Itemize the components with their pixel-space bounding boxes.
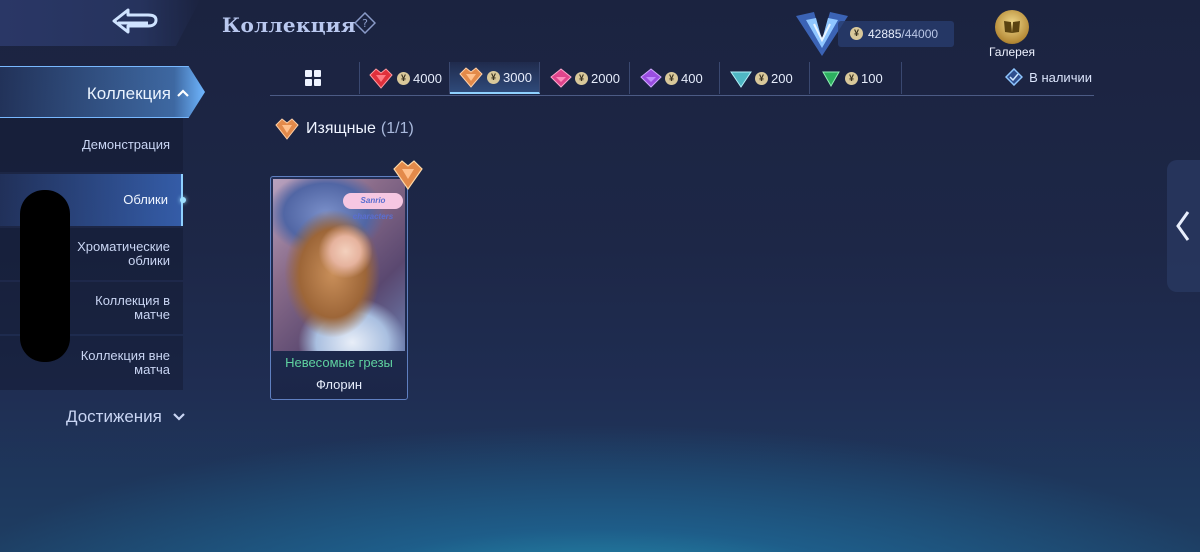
- chevron-left-icon: [1176, 211, 1190, 241]
- skin-card[interactable]: Sanrio characters Невесомые грезы Флорин: [270, 176, 408, 400]
- sidebar-item-label: Облики: [123, 192, 168, 207]
- tab-value: 400: [681, 70, 703, 86]
- tab-tier-3000[interactable]: ¥3000: [450, 62, 540, 94]
- tab-tier-200[interactable]: ¥200: [720, 62, 810, 94]
- category-name: Изящные: [306, 120, 376, 137]
- page-title: Коллекция: [222, 13, 356, 37]
- collection-coin-icon: ¥: [487, 70, 500, 84]
- active-indicator: [180, 197, 186, 203]
- tier-gem-icon: [275, 118, 299, 140]
- gallery-book-icon: [995, 10, 1029, 44]
- tier-gem-icon: [822, 71, 840, 88]
- sidebar-section-label: Достижения: [66, 407, 162, 426]
- sidebar-item-demonstration[interactable]: Демонстрация: [0, 118, 183, 172]
- skin-name: Невесомые грезы: [285, 355, 393, 370]
- collection-coin-icon: ¥: [755, 71, 768, 85]
- back-arrow-icon: [112, 8, 158, 34]
- diamond-check-icon: [1005, 68, 1024, 86]
- gallery-button[interactable]: Галерея: [983, 10, 1041, 59]
- tab-tier-100[interactable]: ¥100: [810, 62, 902, 94]
- tier-badge-icon: [393, 160, 423, 191]
- sidebar-section-achievements[interactable]: Достижения: [66, 407, 185, 427]
- hero-name: Флорин: [315, 377, 363, 392]
- sidebar-section-collection[interactable]: Коллекция: [0, 66, 205, 118]
- points-display: ¥42885/44000: [838, 21, 954, 47]
- tab-tier-2000[interactable]: ¥2000: [540, 62, 630, 94]
- side-panel-toggle[interactable]: [1167, 160, 1200, 292]
- points-current: 42885: [868, 27, 902, 41]
- chevron-up-icon: [177, 89, 189, 97]
- chevron-down-icon: [172, 413, 185, 421]
- collection-coin-icon: ¥: [397, 71, 410, 85]
- tab-tier-4000[interactable]: ¥4000: [360, 62, 450, 94]
- tier-gem-icon: [369, 68, 393, 89]
- tab-all[interactable]: [270, 62, 360, 94]
- tab-value: 100: [861, 70, 883, 86]
- tier-gem-icon: [640, 68, 662, 88]
- svg-text:?: ?: [362, 17, 368, 30]
- tab-tier-400[interactable]: ¥400: [630, 62, 720, 94]
- tier-gem-icon: [730, 71, 752, 88]
- collection-coin-icon: ¥: [850, 27, 863, 40]
- sidebar-section-label: Коллекция: [86, 84, 171, 103]
- points-max: /44000: [901, 27, 939, 41]
- sidebar-item-label: Хроматические облики: [77, 239, 170, 268]
- collection-coin-icon: ¥: [575, 71, 588, 85]
- back-button[interactable]: [0, 0, 200, 46]
- gallery-label: Галерея: [988, 45, 1036, 59]
- tier-gem-icon: [459, 67, 483, 88]
- sidebar-item-label: Коллекция в матче: [95, 293, 170, 322]
- help-icon[interactable]: ?: [354, 12, 376, 34]
- tier-gem-icon: [550, 68, 572, 88]
- in-stock-filter[interactable]: В наличии: [1005, 68, 1092, 86]
- sidebar-item-label: Коллекция вне матча: [80, 348, 170, 377]
- sidebar-item-label: Демонстрация: [81, 137, 170, 152]
- tier-tabs: ¥4000 ¥3000 ¥2000 ¥400 ¥200 ¥100 В налич…: [270, 58, 1094, 96]
- collection-coin-icon: ¥: [665, 71, 678, 85]
- tab-value: 2000: [591, 70, 620, 86]
- redaction-overlay: [20, 190, 70, 362]
- skin-artwork: Sanrio characters: [273, 179, 405, 351]
- tab-value: 3000: [503, 69, 532, 85]
- sanrio-logo: Sanrio characters: [343, 193, 403, 221]
- grid-icon: [305, 70, 321, 86]
- tab-value: 200: [771, 70, 793, 86]
- in-stock-label: В наличии: [1029, 69, 1092, 85]
- collection-coin-icon: ¥: [845, 71, 858, 85]
- category-count: (1/1): [380, 120, 414, 137]
- category-heading: Изящные (1/1): [274, 117, 414, 141]
- tab-value: 4000: [413, 70, 442, 86]
